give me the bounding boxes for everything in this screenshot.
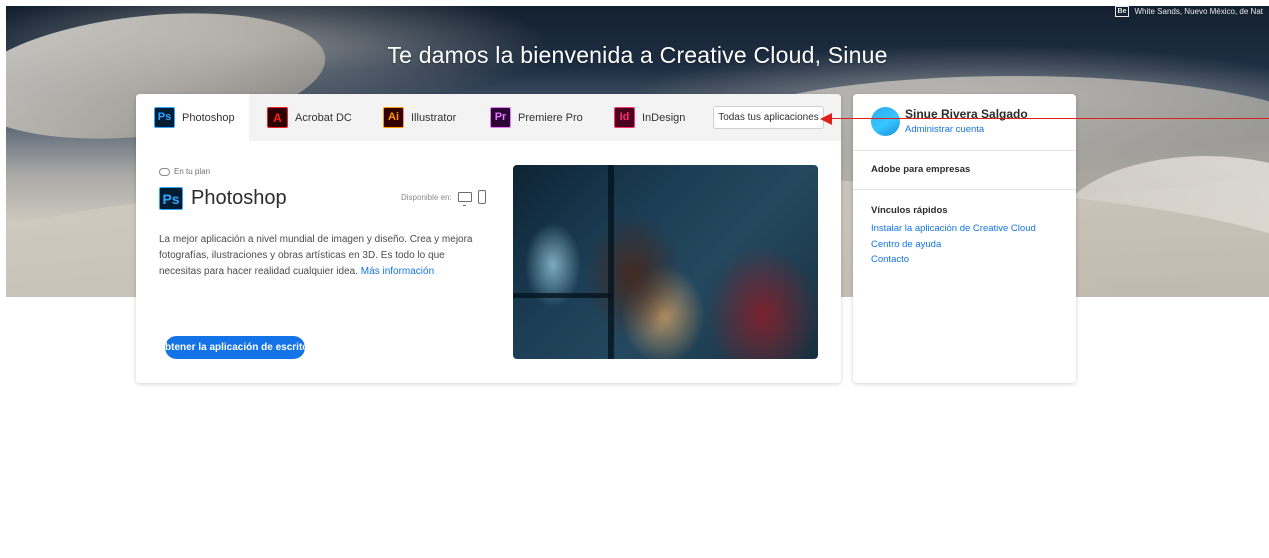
photoshop-icon: Ps — [159, 187, 183, 210]
acrobat-icon: A — [267, 107, 288, 128]
tab-illustrator[interactable]: Ai Illustrator — [383, 94, 456, 141]
account-panel: Sinue Rivera Salgado Administrar cuenta … — [853, 94, 1076, 383]
availability: Disponible en: — [401, 190, 486, 206]
install-cc-link[interactable]: Instalar la aplicación de Creative Cloud — [871, 223, 1036, 234]
product-description: La mejor aplicación a nivel mundial de i… — [159, 232, 489, 280]
indesign-icon: Id — [614, 107, 635, 128]
illustrator-icon: Ai — [383, 107, 404, 128]
product-header: Ps Photoshop — [159, 187, 287, 210]
get-desktop-app-button[interactable]: btener la aplicación de escritorio — [165, 336, 305, 359]
all-apps-button[interactable]: Todas tus aplicaciones — [713, 106, 824, 129]
help-center-link[interactable]: Centro de ayuda — [871, 239, 941, 250]
premiere-icon: Pr — [490, 107, 511, 128]
tab-label: InDesign — [642, 111, 686, 124]
tab-premiere[interactable]: Pr Premiere Pro — [490, 94, 583, 141]
photo-credit[interactable]: Be White Sands, Nuevo México, de Nat — [1114, 6, 1263, 17]
tab-indesign[interactable]: Id InDesign — [614, 94, 685, 141]
manage-account-link[interactable]: Administrar cuenta — [905, 124, 984, 135]
photoshop-icon: Ps — [154, 107, 175, 128]
cloud-icon — [159, 167, 170, 176]
tab-photoshop[interactable]: Ps Photoshop — [136, 94, 249, 141]
tab-label: Acrobat DC — [295, 111, 352, 124]
welcome-title: Te damos la bienvenida a Creative Cloud,… — [387, 42, 888, 68]
product-name: Photoshop — [191, 187, 287, 209]
annotation-arrow-head — [820, 113, 832, 125]
app-tabs: Ps Photoshop A Acrobat DC Ai Illustrator… — [136, 94, 841, 141]
photo-credit-text: White Sands, Nuevo México, de Nat — [1134, 7, 1263, 16]
avatar[interactable] — [871, 107, 900, 136]
plan-label: En tu plan — [174, 167, 211, 176]
tab-label: Premiere Pro — [518, 111, 583, 124]
available-label: Disponible en: — [401, 192, 452, 202]
divider — [853, 189, 1076, 190]
mobile-icon — [477, 190, 486, 204]
desktop-icon — [457, 192, 472, 206]
behance-icon: Be — [1114, 6, 1130, 17]
more-info-link[interactable]: Más información — [361, 266, 434, 277]
window-frame — [608, 165, 614, 359]
annotation-arrow-line — [828, 118, 1269, 119]
contact-link[interactable]: Contacto — [871, 254, 909, 265]
window-frame — [513, 293, 613, 298]
feature-image — [513, 165, 818, 359]
tab-acrobat[interactable]: A Acrobat DC — [267, 94, 352, 141]
tab-label: Photoshop — [182, 111, 235, 124]
business-link[interactable]: Adobe para empresas — [871, 164, 970, 175]
plan-status: En tu plan — [159, 167, 210, 176]
quick-links-heading: Vínculos rápidos — [871, 205, 948, 216]
divider — [853, 150, 1076, 151]
app-card: Ps Photoshop A Acrobat DC Ai Illustrator… — [136, 94, 841, 383]
tab-label: Illustrator — [411, 111, 457, 124]
